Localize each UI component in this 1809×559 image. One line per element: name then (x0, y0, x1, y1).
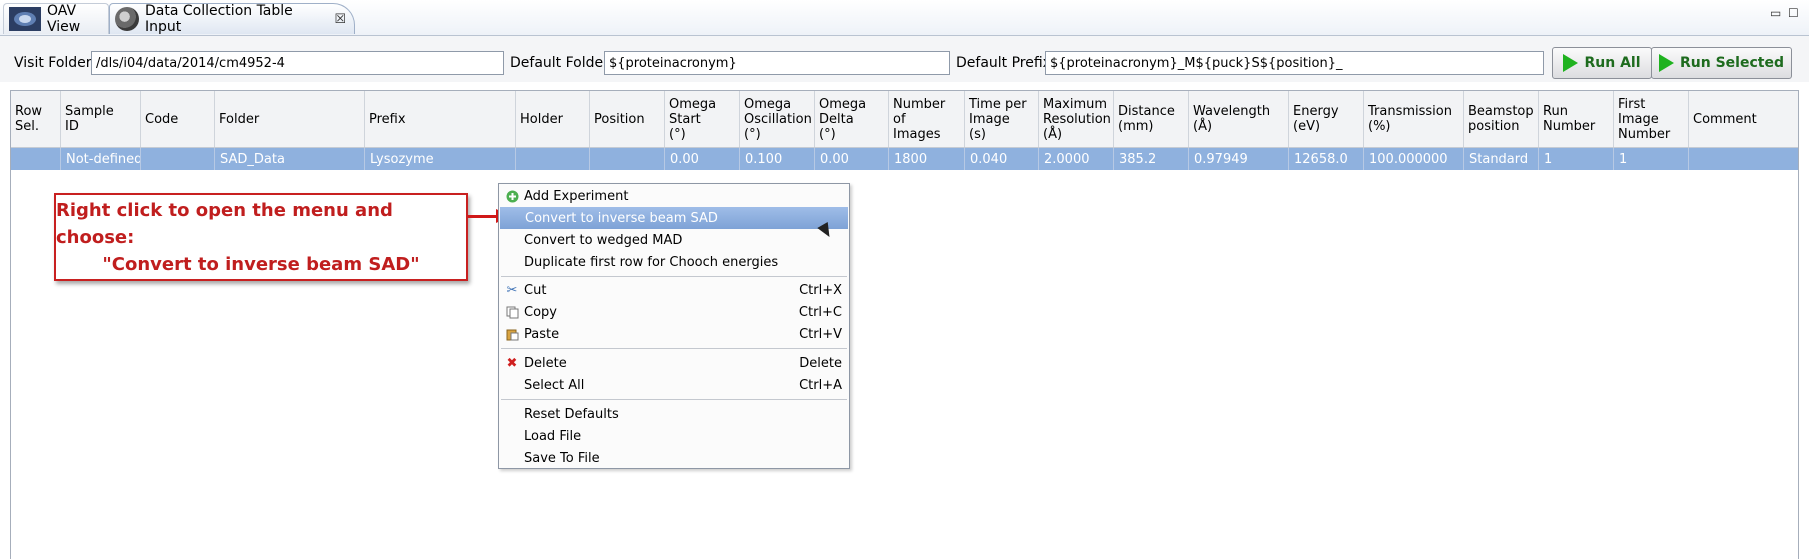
cell-comment[interactable] (1689, 148, 1798, 170)
cell-first-image-number[interactable]: 1 (1614, 148, 1689, 170)
header-wavelength[interactable]: Wavelength (Å) (1189, 91, 1289, 147)
cell-run-number[interactable]: 1 (1539, 148, 1614, 170)
menu-item-add-experiment[interactable]: Add Experiment (499, 185, 849, 207)
table-header: Row Sel. Sample ID Code Folder Prefix Ho… (11, 91, 1798, 148)
tab-bar: OAV View Data Collection Table Input ☒ ▭… (0, 0, 1809, 36)
header-maximum-resolution[interactable]: Maximum Resolution (Å) (1039, 91, 1114, 147)
close-tab-icon[interactable]: ☒ (334, 12, 346, 27)
maximize-icon[interactable]: ☐ (1788, 6, 1799, 20)
run-selected-button[interactable]: Run Selected (1651, 47, 1792, 79)
add-icon (505, 189, 519, 203)
cell-wavelength[interactable]: 0.97949 (1189, 148, 1289, 170)
cell-maximum-resolution[interactable]: 2.0000 (1039, 148, 1114, 170)
run-selected-play-icon (1659, 54, 1675, 72)
header-transmission[interactable]: Transmission (%) (1364, 91, 1464, 147)
copy-icon (505, 305, 519, 319)
header-comment[interactable]: Comment (1689, 91, 1798, 147)
menu-item-cut[interactable]: ✂ Cut Ctrl+X (499, 279, 849, 301)
cell-omega-delta[interactable]: 0.00 (815, 148, 889, 170)
menu-item-delete[interactable]: ✖ Delete Delete (499, 352, 849, 374)
visit-folder-label: Visit Folder (14, 55, 92, 71)
scissors-icon: ✂ (506, 282, 518, 298)
cell-row-sel[interactable] (11, 148, 61, 170)
header-code[interactable]: Code (141, 91, 215, 147)
minimize-icon[interactable]: ▭ (1770, 6, 1781, 20)
visit-folder-input[interactable] (91, 51, 504, 75)
header-prefix[interactable]: Prefix (365, 91, 516, 147)
menu-separator (501, 348, 847, 349)
data-collection-table: Row Sel. Sample ID Code Folder Prefix Ho… (10, 90, 1799, 559)
default-folder-label: Default Folder (510, 55, 609, 71)
paste-icon (505, 327, 519, 341)
header-time-per-image[interactable]: Time per Image (s) (965, 91, 1039, 147)
header-run-number[interactable]: Run Number (1539, 91, 1614, 147)
header-holder[interactable]: Holder (516, 91, 590, 147)
header-omega-start[interactable]: Omega Start (°) (665, 91, 740, 147)
run-all-button[interactable]: Run All (1552, 47, 1652, 79)
header-first-image-number[interactable]: First Image Number (1614, 91, 1689, 147)
menu-item-paste[interactable]: Paste Ctrl+V (499, 323, 849, 345)
cell-time-per-image[interactable]: 0.040 (965, 148, 1039, 170)
default-prefix-input[interactable] (1045, 51, 1544, 75)
menu-item-convert-wedged-mad[interactable]: Convert to wedged MAD (499, 229, 849, 251)
run-all-label: Run All (1584, 55, 1641, 71)
tab-dct-label: Data Collection Table Input (145, 3, 293, 35)
run-selected-label: Run Selected (1680, 55, 1784, 71)
menu-separator (501, 399, 847, 400)
header-omega-oscillation[interactable]: Omega Oscillation (°) (740, 91, 815, 147)
menu-item-select-all[interactable]: Select All Ctrl+A (499, 374, 849, 396)
cell-energy[interactable]: 12658.0 (1289, 148, 1364, 170)
cell-omega-oscillation[interactable]: 0.100 (740, 148, 815, 170)
cell-beamstop-position[interactable]: Standard (1464, 148, 1539, 170)
tab-oav-label: OAV View (47, 3, 81, 35)
menu-item-save-to-file[interactable]: Save To File (499, 447, 849, 469)
header-sample-id[interactable]: Sample ID (61, 91, 141, 147)
menu-separator (501, 276, 847, 277)
header-row-sel[interactable]: Row Sel. (11, 91, 61, 147)
cell-folder[interactable]: SAD_Data (215, 148, 365, 170)
header-energy[interactable]: Energy (eV) (1289, 91, 1364, 147)
instruction-line-2: "Convert to inverse beam SAD" (102, 253, 420, 275)
instruction-line-1: Right click to open the menu and choose: (56, 199, 393, 248)
cell-number-of-images[interactable]: 1800 (889, 148, 965, 170)
menu-item-convert-inverse-beam-sad[interactable]: Convert to inverse beam SAD (500, 207, 848, 229)
menu-item-load-file[interactable]: Load File (499, 425, 849, 447)
menu-item-duplicate-chooch[interactable]: Duplicate first row for Chooch energies (499, 251, 849, 273)
context-menu: Add Experiment Convert to inverse beam S… (498, 183, 850, 469)
cell-position[interactable] (590, 148, 665, 170)
callout-arrow-line (468, 215, 498, 218)
cell-prefix[interactable]: Lysozyme (365, 148, 516, 170)
header-folder[interactable]: Folder (215, 91, 365, 147)
menu-item-copy[interactable]: Copy Ctrl+C (499, 301, 849, 323)
default-folder-input[interactable] (604, 51, 950, 75)
header-number-of-images[interactable]: Number of Images (889, 91, 965, 147)
cell-transmission[interactable]: 100.000000 (1364, 148, 1464, 170)
menu-item-reset-defaults[interactable]: Reset Defaults (499, 403, 849, 425)
header-omega-delta[interactable]: Omega Delta (°) (815, 91, 889, 147)
run-play-icon (1563, 54, 1579, 72)
header-position[interactable]: Position (590, 91, 665, 147)
data-collection-icon (115, 7, 139, 31)
cell-distance[interactable]: 385.2 (1114, 148, 1189, 170)
cell-holder[interactable] (516, 148, 590, 170)
header-distance[interactable]: Distance (mm) (1114, 91, 1189, 147)
instruction-callout: Right click to open the menu and choose:… (54, 193, 468, 281)
cell-omega-start[interactable]: 0.00 (665, 148, 740, 170)
table-row[interactable]: Not-defined SAD_Data Lysozyme 0.00 0.100… (11, 148, 1798, 170)
tab-oav-view[interactable]: OAV View (3, 3, 109, 35)
tab-data-collection-table-input[interactable]: Data Collection Table Input ☒ (109, 3, 355, 35)
default-prefix-label: Default Prefix (956, 55, 1051, 71)
oav-camera-icon (9, 7, 41, 31)
header-beamstop-position[interactable]: Beamstop position (1464, 91, 1539, 147)
delete-icon: ✖ (506, 355, 518, 371)
cell-sample-id[interactable]: Not-defined (61, 148, 141, 170)
cell-code[interactable] (141, 148, 215, 170)
